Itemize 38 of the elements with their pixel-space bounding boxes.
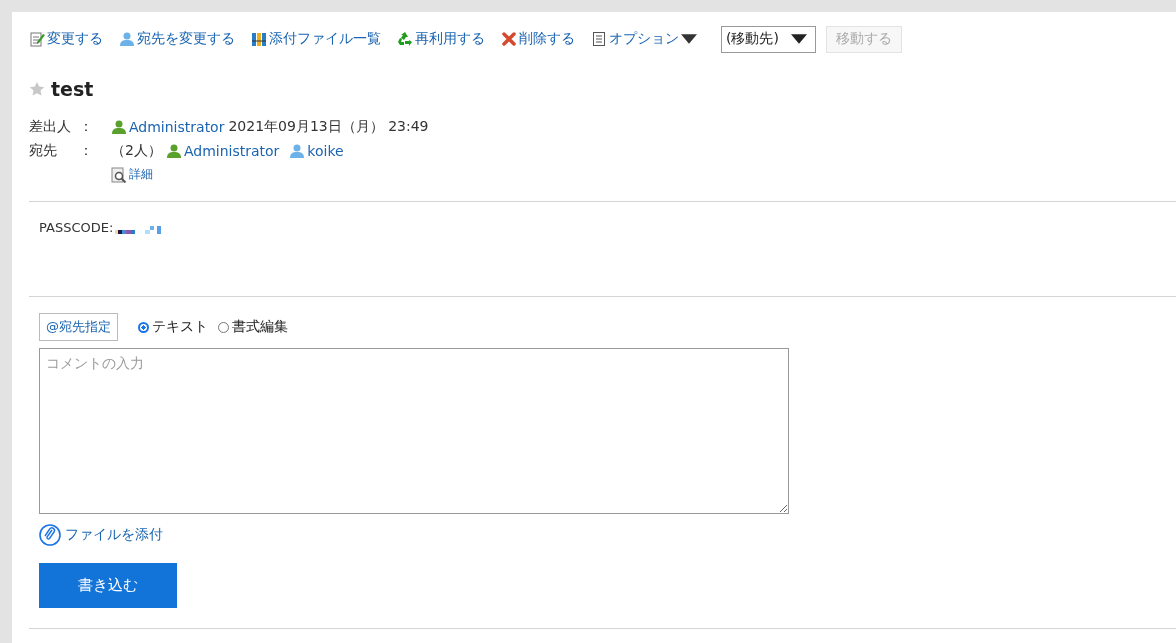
toolbar-link[interactable]: 削除する (501, 30, 575, 48)
recipient-link[interactable]: Administrator (165, 143, 280, 159)
attach-link[interactable]: ファイルを添付 (39, 524, 163, 546)
message-title: test (51, 78, 94, 100)
document-pencil-icon (29, 31, 45, 47)
body-text: PASSCODE: (39, 220, 114, 235)
list-icon (591, 31, 607, 47)
star-icon[interactable] (29, 81, 45, 97)
person-icon (289, 143, 306, 159)
toolbar-link[interactable]: 再利用する (397, 30, 485, 48)
recipient-count: （2人） (111, 142, 162, 160)
detail-link[interactable]: 詳細 (111, 166, 153, 183)
format-radio[interactable]: テキスト (138, 318, 208, 336)
recipient-link[interactable]: koike (289, 143, 344, 159)
format-radio[interactable]: 書式編集 (218, 318, 288, 336)
binders-icon (251, 31, 267, 47)
toolbar-link[interactable]: 添付ファイル一覧 (251, 30, 381, 48)
destination-select[interactable]: (移動先) (721, 25, 816, 53)
toolbar-link[interactable]: 宛先を変更する (119, 30, 235, 48)
colon-text: ： (79, 142, 94, 160)
recycle-icon (397, 31, 413, 47)
delete-icon (501, 31, 517, 47)
comment-field[interactable]: コメントの入力 (39, 348, 789, 514)
field-label: 差出人 (29, 118, 72, 136)
person-icon (111, 119, 127, 135)
toolbar-link[interactable]: 変更する (29, 30, 103, 48)
colon-text: ： (79, 118, 94, 136)
pixelated-redaction-drawing (115, 226, 162, 234)
field-label: 宛先 (29, 142, 58, 160)
date-text: 2021年09月13日（月） 23:49 (228, 118, 429, 136)
magnifier-icon (111, 166, 127, 183)
submit-button[interactable]: 書き込む (39, 563, 177, 608)
sender-link[interactable]: Administrator (111, 119, 225, 135)
mention-button[interactable]: @宛先指定 (39, 313, 118, 341)
person-icon (165, 143, 182, 159)
toolbar-link[interactable]: オプション (591, 30, 697, 48)
person-icon (119, 31, 135, 47)
paperclip-icon (39, 524, 61, 546)
